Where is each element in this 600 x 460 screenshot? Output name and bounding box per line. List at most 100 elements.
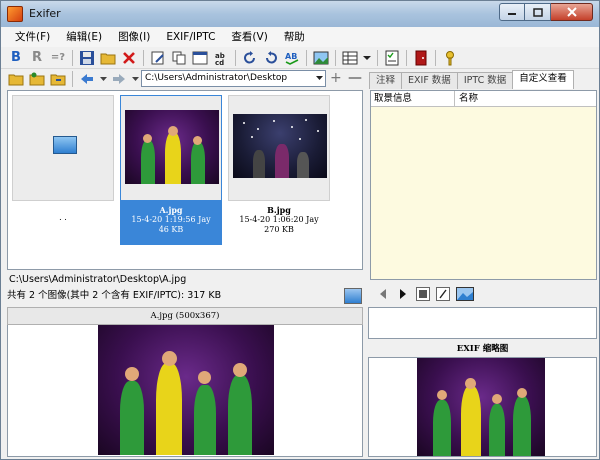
status-text: 共有 2 个图像(其中 2 个含有 EXIF/IPTC): 317 KB xyxy=(7,290,222,301)
image-view-button[interactable] xyxy=(312,49,330,67)
tab-custom-view[interactable]: 自定义查看 xyxy=(512,70,574,89)
minimize-button[interactable] xyxy=(499,3,525,21)
add-button[interactable]: + xyxy=(330,70,342,86)
comment-box[interactable] xyxy=(368,307,597,339)
maximize-button[interactable] xyxy=(525,3,551,21)
spellcheck-button[interactable]: AB xyxy=(283,49,301,67)
menu-bar: 文件(F) 编辑(E) 图像(I) EXIF/IPTC 查看(V) 帮助 xyxy=(1,27,599,47)
thumbnail-size: 270 KB xyxy=(264,225,294,234)
sort-button[interactable]: ab cd xyxy=(212,49,230,67)
tab-comments[interactable]: 注释 xyxy=(369,72,403,89)
exit-door-icon xyxy=(415,50,427,65)
thumbnail-pane[interactable]: . . A.jpg 15-4-20 1:19:56 Jay 46 KB B.jp… xyxy=(7,90,363,270)
refresh-folder-button[interactable] xyxy=(49,70,67,88)
exit-button[interactable] xyxy=(412,49,430,67)
thumbnail-filename: A.jpg xyxy=(159,205,183,215)
thumbnail-frame xyxy=(120,95,222,201)
thumbnail-frame xyxy=(228,95,330,201)
compare-button[interactable]: =? xyxy=(49,49,67,67)
window-view-button[interactable] xyxy=(191,49,209,67)
thumbnail-date: 15-4-20 1:19:56 Jay xyxy=(131,215,211,224)
exif-column-header-group[interactable]: 取景信息 xyxy=(371,91,455,106)
stop-button[interactable] xyxy=(416,287,430,301)
toolbar-separator xyxy=(72,49,73,66)
square-icon xyxy=(419,290,427,298)
menu-image[interactable]: 图像(I) xyxy=(110,27,158,47)
menu-file[interactable]: 文件(F) xyxy=(7,27,58,47)
save-button[interactable] xyxy=(78,49,96,67)
help-button[interactable] xyxy=(441,49,459,67)
folder-open-icon xyxy=(100,53,116,64)
next-button[interactable] xyxy=(396,287,410,301)
preview-image xyxy=(98,325,274,455)
menu-exif-iptc[interactable]: EXIF/IPTC xyxy=(158,27,223,47)
rename-button[interactable]: R xyxy=(28,49,46,67)
path-combobox[interactable]: C:\Users\Administrator\Desktop xyxy=(141,70,326,87)
rotate-right-button[interactable] xyxy=(241,49,259,67)
svg-text:cd: cd xyxy=(215,59,224,66)
status-image-icon[interactable] xyxy=(344,288,362,304)
thumbnail-date: 15-4-20 1:06:20 Jay xyxy=(239,215,319,224)
favorite-folder-button[interactable] xyxy=(28,70,46,88)
window-icon xyxy=(192,51,208,64)
properties-button[interactable] xyxy=(383,49,401,67)
maximize-icon xyxy=(532,7,543,17)
tab-exif-data[interactable]: EXIF 数据 xyxy=(401,72,458,89)
thumbnail-filename: B.jpg xyxy=(267,205,291,215)
rotate-left-button[interactable] xyxy=(262,49,280,67)
svg-text:AB: AB xyxy=(285,52,297,61)
open-folder-button[interactable] xyxy=(99,49,117,67)
title-bar: Exifer xyxy=(1,1,599,27)
exif-table-header: 取景信息 名称 xyxy=(371,91,596,107)
exif-data-panel[interactable]: 取景信息 名称 xyxy=(370,90,597,280)
menu-view[interactable]: 查看(V) xyxy=(223,27,275,47)
exif-thumbnail-pane xyxy=(368,357,597,457)
triangle-right-icon xyxy=(400,289,406,299)
close-button[interactable] xyxy=(551,3,593,21)
remove-button[interactable]: — xyxy=(348,70,362,86)
toolbar-separator xyxy=(335,49,336,66)
thumbnail-parent-folder[interactable]: . . xyxy=(12,95,114,245)
edit-field-button[interactable] xyxy=(436,287,450,301)
thumbnail-b[interactable]: B.jpg 15-4-20 1:06:20 Jay 270 KB xyxy=(228,95,330,245)
bold-label: B xyxy=(11,50,21,65)
menu-edit[interactable]: 编辑(E) xyxy=(58,27,110,47)
chevron-down-icon xyxy=(131,76,139,81)
preview-title: A.jpg (500x367) xyxy=(7,307,363,325)
landscape-image-icon xyxy=(313,51,329,64)
back-dropdown[interactable] xyxy=(99,70,107,88)
sort-icon: abcd xyxy=(215,52,225,66)
browse-folder-button[interactable] xyxy=(7,70,25,88)
toolbar-separator xyxy=(435,49,436,66)
forward-button[interactable] xyxy=(110,70,128,88)
thumbnail-a[interactable]: A.jpg 15-4-20 1:19:56 Jay 46 KB xyxy=(120,95,222,245)
app-window: Exifer 文件(F) 编辑(E) 图像(I) EXIF/IPTC 查看(V)… xyxy=(0,0,600,460)
preview-pane xyxy=(7,325,363,457)
delete-x-icon xyxy=(123,51,135,64)
thumbnail-image xyxy=(233,114,327,178)
exif-column-header-name[interactable]: 名称 xyxy=(455,91,478,106)
path-dropdown-button[interactable] xyxy=(313,71,325,86)
tab-iptc-data[interactable]: IPTC 数据 xyxy=(456,72,514,89)
landscape-image-icon xyxy=(456,287,474,301)
back-button[interactable] xyxy=(78,70,96,88)
copy-button[interactable] xyxy=(170,49,188,67)
menu-help[interactable]: 帮助 xyxy=(276,27,313,47)
forward-dropdown[interactable] xyxy=(131,70,139,88)
info-tabs: 注释 EXIF 数据 IPTC 数据 自定义查看 xyxy=(369,69,599,89)
edit-pencil-icon xyxy=(151,51,164,64)
thumbnail-frame xyxy=(12,95,114,201)
edit-field-icon xyxy=(439,289,447,299)
layout-button[interactable] xyxy=(341,49,359,67)
chevron-down-icon xyxy=(99,76,107,81)
copy-icon xyxy=(172,51,186,64)
spellcheck-icon: AB xyxy=(285,52,299,65)
floppy-icon xyxy=(80,50,94,65)
exif-image-button[interactable] xyxy=(456,287,474,301)
prev-button[interactable] xyxy=(376,287,390,301)
layout-dropdown[interactable] xyxy=(362,49,372,67)
delete-button[interactable] xyxy=(120,49,138,67)
bold-button[interactable]: B xyxy=(7,49,25,67)
edit-button[interactable] xyxy=(149,49,167,67)
main-toolbar: B R =? ab cd AB xyxy=(1,47,599,69)
